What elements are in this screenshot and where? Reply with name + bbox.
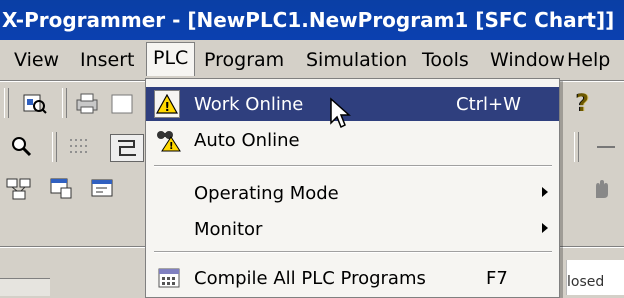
menu-item-label: Auto Online <box>194 130 300 151</box>
closed-label: losed <box>567 274 605 290</box>
status-cell: losed <box>566 260 624 295</box>
editor-tab[interactable] <box>0 278 50 296</box>
menu-insert[interactable]: Insert <box>80 47 135 73</box>
properties-icon[interactable] <box>88 174 118 204</box>
svg-text:?: ? <box>576 89 590 117</box>
menu-item-label: Operating Mode <box>194 183 339 204</box>
menu-item-shortcut: Ctrl+W <box>456 94 521 115</box>
sfc-toggle-icon[interactable] <box>110 134 144 162</box>
grid-icon[interactable] <box>64 134 96 162</box>
menu-window[interactable]: Window <box>490 47 565 73</box>
toolbar-separator <box>52 132 57 162</box>
help-icon[interactable]: ?? <box>568 88 598 118</box>
mouse-cursor-icon <box>328 96 354 132</box>
compile-icon <box>156 265 182 291</box>
svg-text:!: ! <box>169 141 174 152</box>
menu-program[interactable]: Program <box>204 47 284 73</box>
submenu-arrow-icon <box>542 187 548 197</box>
menu-help[interactable]: Help <box>567 47 610 73</box>
menu-item-operating-mode[interactable]: Operating Mode <box>146 176 559 210</box>
svg-text:!: ! <box>165 100 170 114</box>
binoculars-warning-icon: ! <box>154 126 182 154</box>
menu-item-monitor[interactable]: Monitor <box>146 212 559 246</box>
window-icon[interactable] <box>46 174 76 204</box>
window-title: X-Programmer - [NewPLC1.NewProgram1 [SFC… <box>2 8 615 32</box>
network-icon[interactable] <box>4 174 34 204</box>
warning-online-icon: ! <box>154 90 180 118</box>
toolbar-separator <box>574 132 579 162</box>
menu-bar: View Insert PLC Program Simulation Tools… <box>0 42 624 78</box>
title-bar: X-Programmer - [NewPLC1.NewProgram1 [SFC… <box>0 0 624 40</box>
printer-icon[interactable] <box>72 88 102 118</box>
toolbar-grip[interactable] <box>4 88 9 118</box>
line-icon[interactable] <box>590 132 620 162</box>
menu-tools[interactable]: Tools <box>422 47 469 73</box>
menu-item-label: Compile All PLC Programs <box>194 268 426 289</box>
menu-view[interactable]: View <box>14 47 59 73</box>
menu-item-label: Monitor <box>194 219 263 240</box>
menu-simulation[interactable]: Simulation <box>306 47 407 73</box>
menu-item-label: Work Online <box>194 94 304 115</box>
menu-separator <box>154 251 552 253</box>
zoom-icon[interactable] <box>6 132 36 162</box>
toolbar-separator <box>62 88 67 118</box>
menu-plc[interactable]: PLC <box>146 42 196 76</box>
submenu-arrow-icon <box>542 223 548 233</box>
page-icon[interactable] <box>106 92 146 116</box>
menu-separator <box>154 165 552 167</box>
menu-item-shortcut: F7 <box>486 268 508 289</box>
print-preview-icon[interactable] <box>20 88 50 118</box>
menu-item-compile-all[interactable]: Compile All PLC Programs F7 <box>146 261 559 295</box>
hand-icon[interactable] <box>586 174 616 204</box>
